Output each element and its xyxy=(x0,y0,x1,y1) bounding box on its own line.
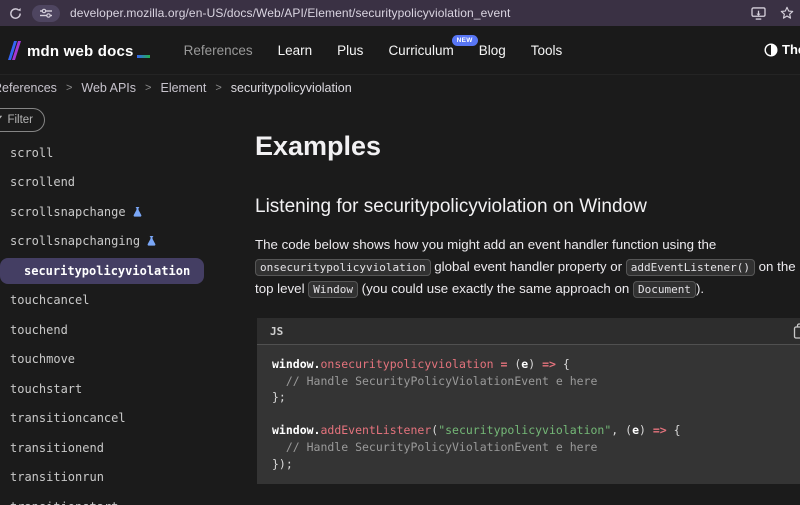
code-example-block: JS window.onsecuritypolicyviolation = (e… xyxy=(257,318,800,484)
inline-code: Window xyxy=(308,281,358,298)
header-nav: References Learn Plus CurriculumNEW Blog Tool… xyxy=(184,43,563,58)
mdn-logo-slash-icon xyxy=(8,41,22,60)
breadcrumb-separator: > xyxy=(66,82,72,94)
sidebar-item-label: transitionend xyxy=(10,441,104,455)
inline-code: onsecuritypolicyviolation xyxy=(255,259,431,276)
breadcrumb-item[interactable]: References xyxy=(0,81,57,95)
experimental-flask-icon xyxy=(132,206,143,218)
breadcrumb-item[interactable]: Element xyxy=(160,81,206,95)
nav-item-blog[interactable]: Blog xyxy=(479,43,506,58)
reload-icon[interactable] xyxy=(7,5,23,21)
nav-item-curriculum[interactable]: CurriculumNEW xyxy=(388,43,453,58)
experimental-flask-icon xyxy=(146,235,157,247)
sidebar-item-pill: scroll xyxy=(10,146,53,160)
sidebar-filter-button[interactable]: Filter xyxy=(0,108,45,132)
theme-toggle-label: The xyxy=(782,42,800,57)
sidebar-item-pill: transitioncancel xyxy=(10,411,126,425)
sidebar-item-pill: touchcancel xyxy=(10,293,89,307)
browser-topbar: developer.mozilla.org/en-US/docs/Web/API… xyxy=(0,0,800,26)
filter-label: Filter xyxy=(7,114,33,126)
filter-funnel-icon xyxy=(0,115,2,125)
breadcrumb-separator: > xyxy=(145,82,151,94)
mdn-logo-text: mdn web docs xyxy=(27,43,134,60)
code-body[interactable]: window.onsecuritypolicyviolation = (e) =… xyxy=(257,345,800,484)
send-to-device-icon[interactable] xyxy=(751,7,766,20)
sidebar-item-pill: transitionstart xyxy=(10,500,118,505)
code-line: // Handle SecurityPolicyViolationEvent e… xyxy=(272,439,800,456)
sidebar-item-label: scrollend xyxy=(10,175,75,189)
sidebar-item-label: scrollsnapchanging xyxy=(10,234,140,248)
breadcrumb: References > Web APIs > Element > securitypoli… xyxy=(0,81,352,95)
theme-toggle-button[interactable]: The xyxy=(764,42,800,57)
address-bar[interactable]: developer.mozilla.org/en-US/docs/Web/API… xyxy=(70,6,751,20)
sidebar-item-transitionrun[interactable]: transitionrun xyxy=(0,463,235,493)
sidebar-item-label: touchmove xyxy=(10,352,75,366)
sidebar-event-list: scroll scrollend scrollsnapchange scrollsna… xyxy=(0,138,235,505)
sidebar-item-pill: securitypolicyviolation xyxy=(0,258,204,284)
inline-code: addEventListener() xyxy=(626,259,755,276)
nav-item-plus[interactable]: Plus xyxy=(337,43,363,58)
breadcrumb-item[interactable]: Web APIs xyxy=(81,81,136,95)
sidebar-item-pill: scrollsnapchange xyxy=(10,205,143,219)
code-language-label: JS xyxy=(270,325,283,338)
sidebar-item-securitypolicyviolation[interactable]: securitypolicyviolation xyxy=(0,256,235,286)
mdn-logo[interactable]: mdn web docs xyxy=(8,41,150,60)
mdn-logo-underscore xyxy=(137,55,150,58)
subsection-heading: Listening for securitypolicyviolation on… xyxy=(255,196,647,218)
sidebar-item-label: touchstart xyxy=(10,382,82,396)
topbar-actions xyxy=(751,6,800,20)
sidebar-item-pill: scrollsnapchanging xyxy=(10,234,157,248)
nav-item-references[interactable]: References xyxy=(184,43,253,58)
intro-paragraph: The code below shows how you might add a… xyxy=(255,234,800,301)
breadcrumb-separator: > xyxy=(215,82,221,94)
sidebar-item-label: touchend xyxy=(10,323,68,337)
code-line: // Handle SecurityPolicyViolationEvent e… xyxy=(272,373,800,390)
sidebar-item-touchcancel[interactable]: touchcancel xyxy=(0,286,235,316)
sidebar-item-pill: touchmove xyxy=(10,352,75,366)
sidebar-item-label: scroll xyxy=(10,146,53,160)
theme-icon xyxy=(764,43,778,57)
sidebar-item-pill: scrollend xyxy=(10,175,75,189)
code-line: }; xyxy=(272,389,800,406)
mdn-page: developer.mozilla.org/en-US/docs/Web/API… xyxy=(0,0,800,505)
sidebar-item-touchstart[interactable]: touchstart xyxy=(0,374,235,404)
sidebar-item-pill: touchstart xyxy=(10,382,82,396)
sidebar-item-touchmove[interactable]: touchmove xyxy=(0,345,235,375)
bookmark-star-icon[interactable] xyxy=(780,6,794,20)
sidebar-item-touchend[interactable]: touchend xyxy=(0,315,235,345)
sidebar-item-scrollsnapchanging[interactable]: scrollsnapchanging xyxy=(0,227,235,257)
sidebar-item-transitionend[interactable]: transitionend xyxy=(0,433,235,463)
sidebar-item-scrollend[interactable]: scrollend xyxy=(0,168,235,198)
nav-new-badge: NEW xyxy=(452,35,478,46)
mdn-header: mdn web docs References Learn Plus Curricul… xyxy=(0,26,800,75)
sidebar-item-scroll[interactable]: scroll xyxy=(0,138,235,168)
nav-item-tools[interactable]: Tools xyxy=(531,43,563,58)
sidebar-item-pill: transitionrun xyxy=(10,470,104,484)
sidebar-item-transitionstart[interactable]: transitionstart xyxy=(0,492,235,505)
sidebar-item-label: touchcancel xyxy=(10,293,89,307)
sidebar-item-label: transitioncancel xyxy=(10,411,126,425)
code-line: }); xyxy=(272,456,800,473)
code-line xyxy=(272,406,800,423)
sidebar-item-pill: touchend xyxy=(10,323,68,337)
breadcrumb-item[interactable]: securitypolicyviolation xyxy=(231,81,352,95)
code-line: window.addEventListener("securitypolicyv… xyxy=(272,422,800,439)
sidebar-item-label: transitionstart xyxy=(10,500,118,505)
copy-icon[interactable] xyxy=(793,323,800,339)
inline-code: Document xyxy=(633,281,696,298)
code-header: JS xyxy=(257,318,800,345)
sidebar-item-scrollsnapchange[interactable]: scrollsnapchange xyxy=(0,197,235,227)
code-line: window.onsecuritypolicyviolation = (e) =… xyxy=(272,356,800,373)
sidebar-item-pill: transitionend xyxy=(10,441,104,455)
sidebar-item-transitioncancel[interactable]: transitioncancel xyxy=(0,404,235,434)
nav-item-learn[interactable]: Learn xyxy=(278,43,313,58)
section-heading: Examples xyxy=(255,131,381,162)
site-info-icon[interactable] xyxy=(32,5,60,22)
sidebar-item-label: securitypolicyviolation xyxy=(24,264,190,278)
sidebar-item-label: transitionrun xyxy=(10,470,104,484)
sidebar-item-label: scrollsnapchange xyxy=(10,205,126,219)
